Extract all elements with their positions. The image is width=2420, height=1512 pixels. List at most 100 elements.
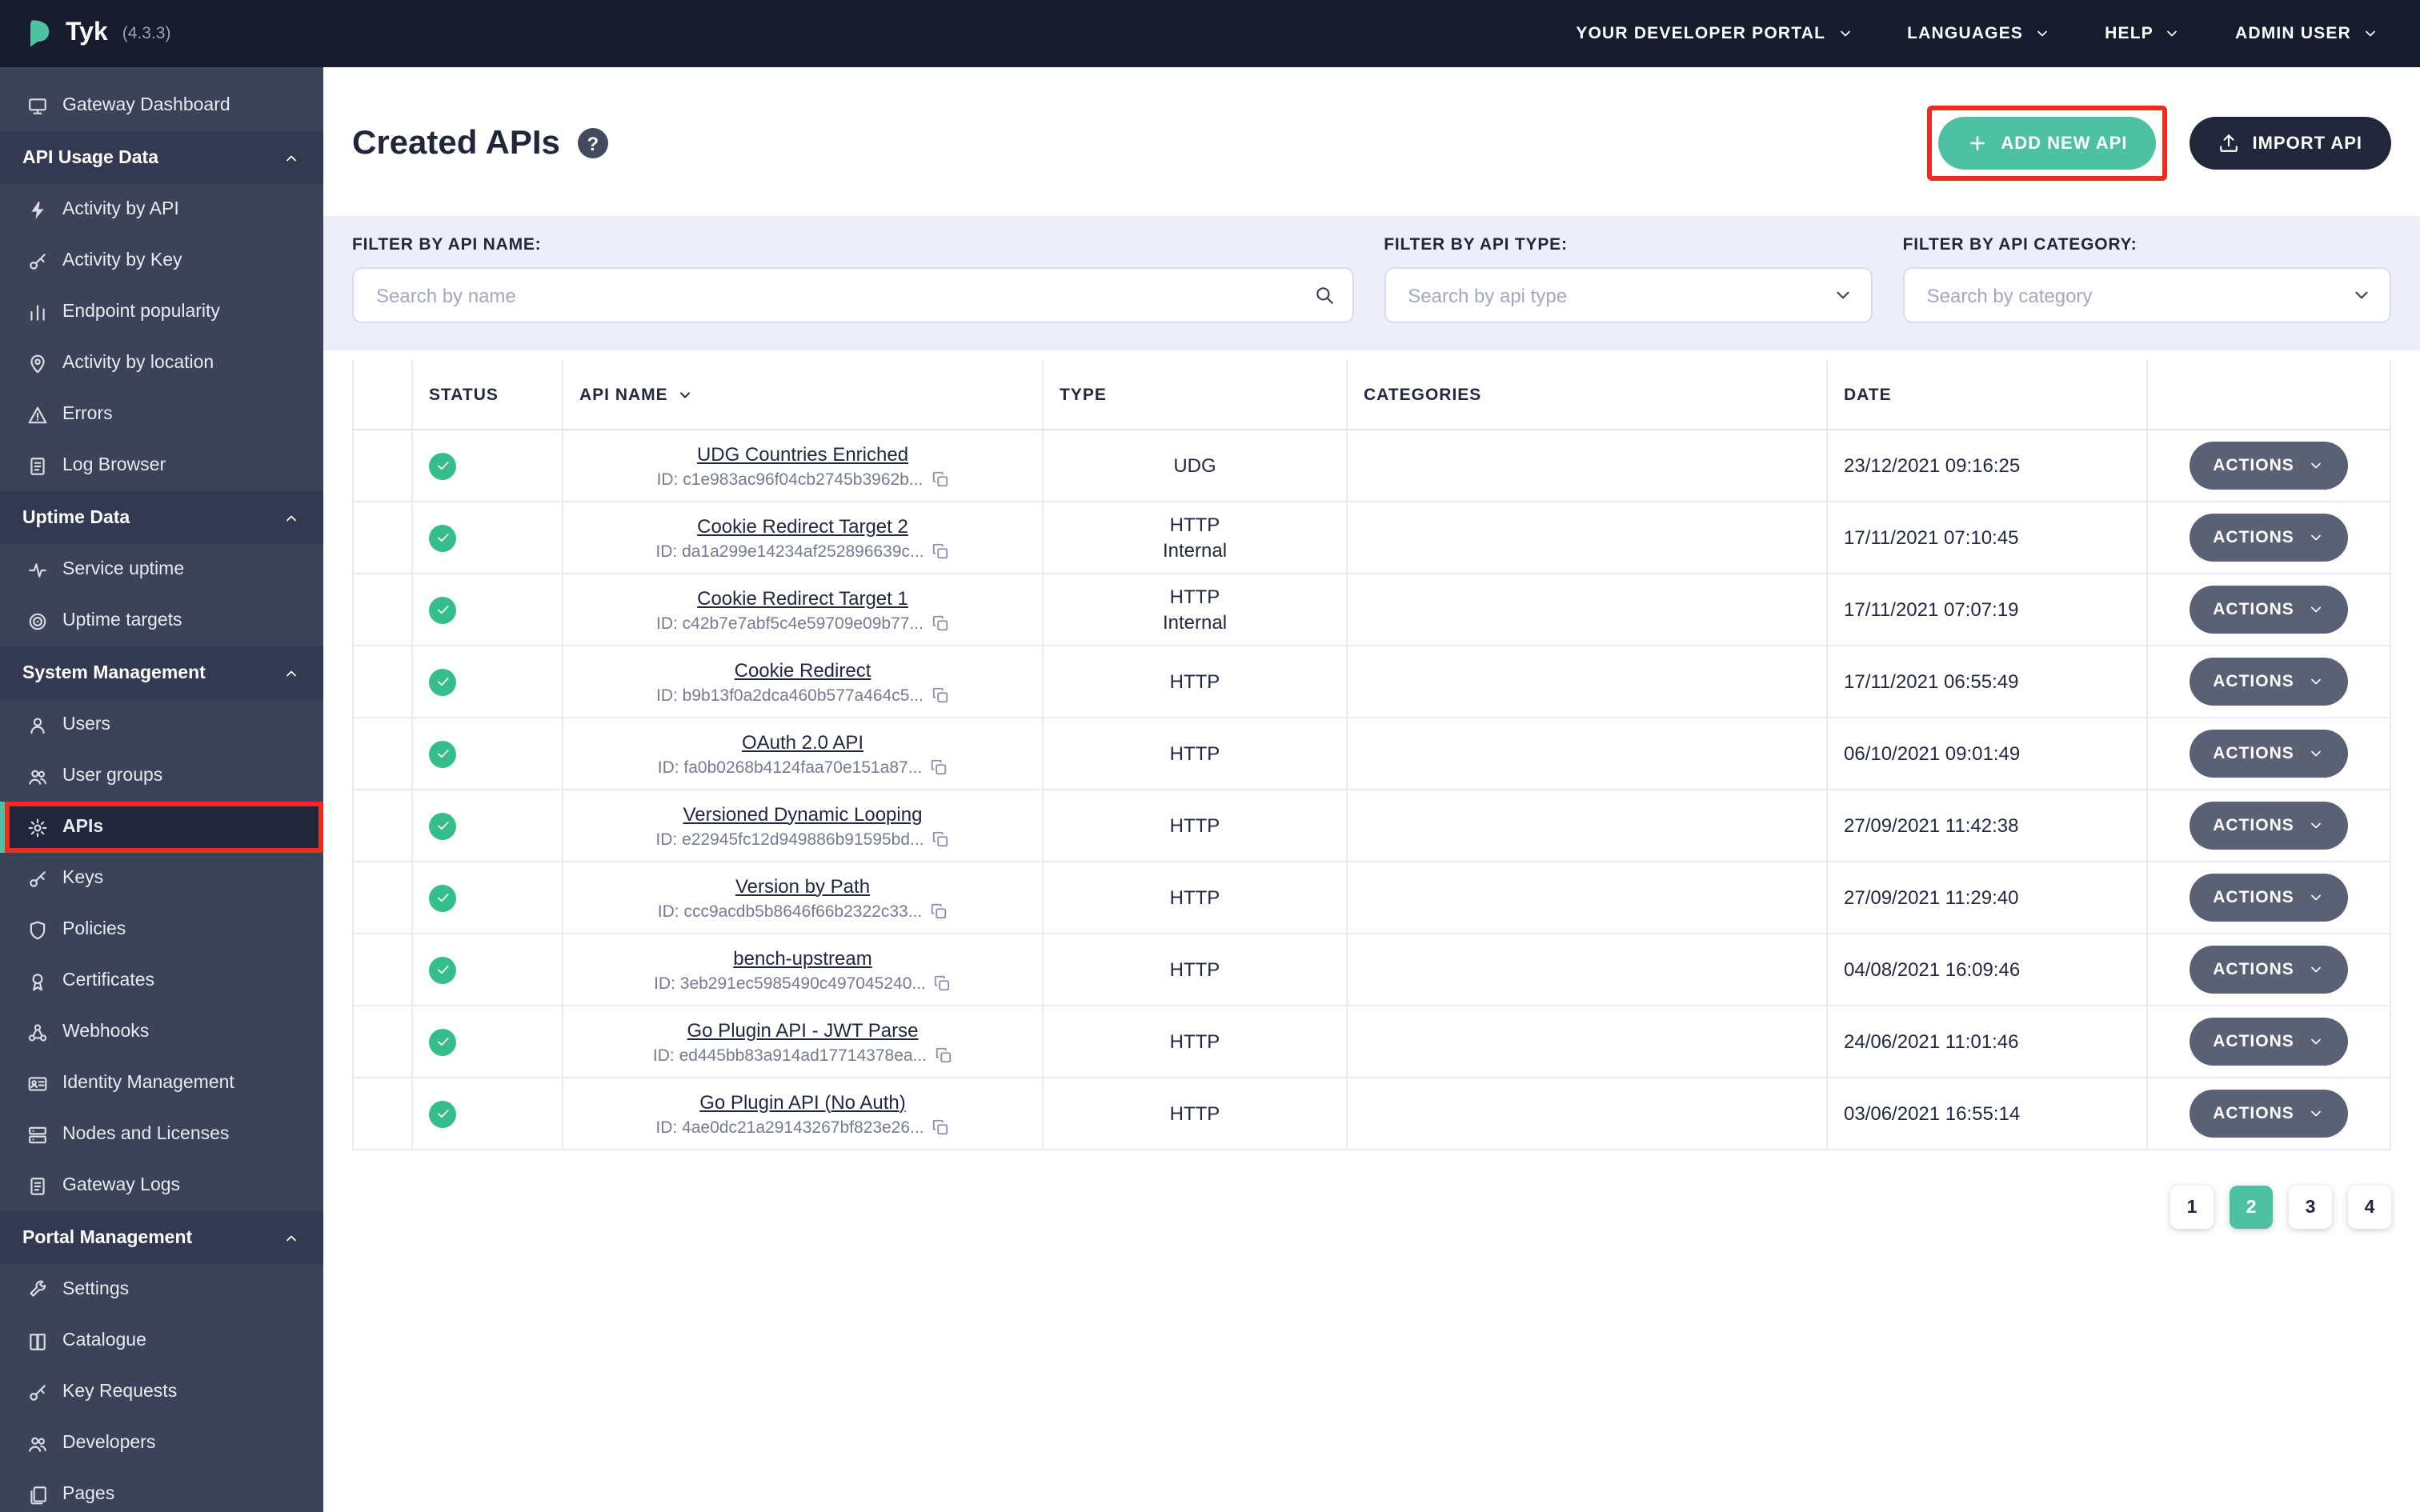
topbar-menu-languages[interactable]: LANGUAGES xyxy=(1907,24,2050,43)
actions-button[interactable]: ACTIONS xyxy=(2189,1018,2349,1066)
sidebar-item-activity-by-location[interactable]: Activity by location xyxy=(0,338,323,389)
sidebar-item-gateway-logs[interactable]: Gateway Logs xyxy=(0,1160,323,1211)
pagination-page-2[interactable]: 2 xyxy=(2230,1186,2273,1229)
sidebar-item-log-browser[interactable]: Log Browser xyxy=(0,440,323,491)
copy-icon[interactable] xyxy=(931,470,948,488)
topbar-menu-label: YOUR DEVELOPER PORTAL xyxy=(1576,24,1826,43)
sidebar-item-label: Activity by location xyxy=(62,354,214,373)
copy-icon[interactable] xyxy=(934,974,952,992)
sidebar-item-webhooks[interactable]: Webhooks xyxy=(0,1006,323,1058)
topbar-menu-label: LANGUAGES xyxy=(1907,24,2024,43)
sidebar-item-activity-by-key[interactable]: Activity by Key xyxy=(0,235,323,286)
api-id-text: ID: da1a299e14234af252896639c... xyxy=(655,542,949,561)
chevron-up-icon xyxy=(286,514,296,521)
sidebar-item-activity-by-api[interactable]: Activity by API xyxy=(0,184,323,235)
actions-button[interactable]: ACTIONS xyxy=(2189,946,2349,994)
table-row: Go Plugin API - JWT Parse ID: ed445bb83a… xyxy=(352,1006,2391,1078)
sidebar-item-pages[interactable]: Pages xyxy=(0,1469,323,1512)
sidebar-item-apis[interactable]: APIs xyxy=(0,802,323,853)
api-name-link[interactable]: Cookie Redirect Target 2 xyxy=(697,514,908,537)
actions-button[interactable]: ACTIONS xyxy=(2189,658,2349,706)
help-icon[interactable]: ? xyxy=(577,128,608,158)
pagination-page-1[interactable]: 1 xyxy=(2170,1186,2214,1229)
api-type-select[interactable] xyxy=(1384,267,1873,323)
api-type-cell: HTTP xyxy=(1044,718,1348,789)
pagination-page-4[interactable]: 4 xyxy=(2348,1186,2391,1229)
brand[interactable]: Tyk (4.3.3) xyxy=(22,18,171,50)
sidebar-item-identity-management[interactable]: Identity Management xyxy=(0,1058,323,1109)
copy-icon[interactable] xyxy=(932,614,949,632)
actions-button[interactable]: ACTIONS xyxy=(2189,586,2349,634)
api-name-link[interactable]: UDG Countries Enriched xyxy=(697,442,908,465)
sidebar-section-uptime-data[interactable]: Uptime Data xyxy=(0,491,323,544)
status-active-icon xyxy=(429,452,456,479)
sidebar-section-portal-management[interactable]: Portal Management xyxy=(0,1211,323,1264)
document-icon xyxy=(30,457,45,474)
sidebar-item-uptime-targets[interactable]: Uptime targets xyxy=(0,595,323,646)
api-name-search-control xyxy=(352,267,1354,323)
search-by-name-input[interactable] xyxy=(373,282,1298,308)
annotation-box-add-new-api: ADD NEW API xyxy=(1927,106,2168,181)
import-api-button[interactable]: IMPORT API xyxy=(2190,117,2391,170)
copy-icon[interactable] xyxy=(935,1046,952,1064)
users-icon xyxy=(29,1436,46,1451)
sidebar-section-system-management[interactable]: System Management xyxy=(0,646,323,699)
topbar-menu-help[interactable]: HELP xyxy=(2105,24,2181,43)
filter-by-api-category: FILTER BY API CATEGORY: xyxy=(1902,235,2391,323)
sidebar-item-label: Endpoint popularity xyxy=(62,302,220,322)
copy-icon[interactable] xyxy=(932,1118,950,1136)
api-id-text: ID: c1e983ac96f04cb2745b3962b... xyxy=(657,470,949,489)
sidebar-item-key-requests[interactable]: Key Requests xyxy=(0,1366,323,1418)
copy-icon xyxy=(935,975,951,991)
actions-button[interactable]: ACTIONS xyxy=(2189,1090,2349,1138)
api-name-link[interactable]: Versioned Dynamic Looping xyxy=(683,802,923,825)
copy-icon[interactable] xyxy=(932,830,950,848)
copy-icon[interactable] xyxy=(930,758,948,776)
api-name-link[interactable]: bench-upstream xyxy=(733,946,871,969)
topbar-menu-admin-user[interactable]: ADMIN USER xyxy=(2235,24,2378,43)
copy-icon xyxy=(932,615,948,631)
sidebar-item-developers[interactable]: Developers xyxy=(0,1418,323,1469)
chevron-down-icon xyxy=(2311,678,2322,685)
chevron-down-icon xyxy=(2037,30,2047,37)
filter-type-label: FILTER BY API TYPE: xyxy=(1384,235,1568,254)
topbar-menu-your-developer-portal[interactable]: YOUR DEVELOPER PORTAL xyxy=(1576,24,1853,43)
sidebar-item-keys[interactable]: Keys xyxy=(0,853,323,904)
status-active-icon xyxy=(429,668,456,695)
api-name-link[interactable]: Cookie Redirect Target 1 xyxy=(697,586,908,609)
sidebar-item-errors[interactable]: Errors xyxy=(0,389,323,440)
actions-button[interactable]: ACTIONS xyxy=(2189,802,2349,850)
actions-button[interactable]: ACTIONS xyxy=(2189,874,2349,922)
date-cell: 06/10/2021 09:01:49 xyxy=(1828,718,2148,789)
api-name-link[interactable]: Cookie Redirect xyxy=(735,658,871,681)
sidebar-item-certificates[interactable]: Certificates xyxy=(0,955,323,1006)
sidebar-item-users[interactable]: Users xyxy=(0,699,323,750)
copy-icon[interactable] xyxy=(932,686,949,704)
sidebar-section-api-usage-data[interactable]: API Usage Data xyxy=(0,131,323,184)
add-new-api-button[interactable]: ADD NEW API xyxy=(1938,117,2157,170)
sidebar-item-endpoint-popularity[interactable]: Endpoint popularity xyxy=(0,286,323,338)
status-active-icon xyxy=(429,596,456,623)
actions-button[interactable]: ACTIONS xyxy=(2189,442,2349,490)
actions-button[interactable]: ACTIONS xyxy=(2189,730,2349,778)
sidebar-item-nodes-and-licenses[interactable]: Nodes and Licenses xyxy=(0,1109,323,1160)
copy-icon[interactable] xyxy=(930,902,948,920)
api-category-select[interactable] xyxy=(1902,267,2391,323)
sidebar-item-policies[interactable]: Policies xyxy=(0,904,323,955)
sidebar-item-catalogue[interactable]: Catalogue xyxy=(0,1315,323,1366)
copy-icon[interactable] xyxy=(932,542,950,560)
api-name-link[interactable]: Version by Path xyxy=(735,874,870,897)
column-header-api-name[interactable]: API NAME xyxy=(563,360,1044,429)
key-icon xyxy=(30,253,46,269)
api-name-link[interactable]: OAuth 2.0 API xyxy=(742,730,863,753)
api-name-link[interactable]: Go Plugin API (No Auth) xyxy=(699,1090,906,1113)
api-name-link[interactable]: Go Plugin API - JWT Parse xyxy=(687,1018,919,1041)
pagination-page-3[interactable]: 3 xyxy=(2289,1186,2332,1229)
api-category-select-input[interactable] xyxy=(1923,282,2335,308)
actions-button[interactable]: ACTIONS xyxy=(2189,514,2349,562)
sidebar-item-settings[interactable]: Settings xyxy=(0,1264,323,1315)
sidebar-item-user-groups[interactable]: User groups xyxy=(0,750,323,802)
api-type-select-input[interactable] xyxy=(1404,282,1817,308)
sidebar-item-service-uptime[interactable]: Service uptime xyxy=(0,544,323,595)
sidebar-item-gateway-dashboard[interactable]: Gateway Dashboard xyxy=(0,80,323,131)
